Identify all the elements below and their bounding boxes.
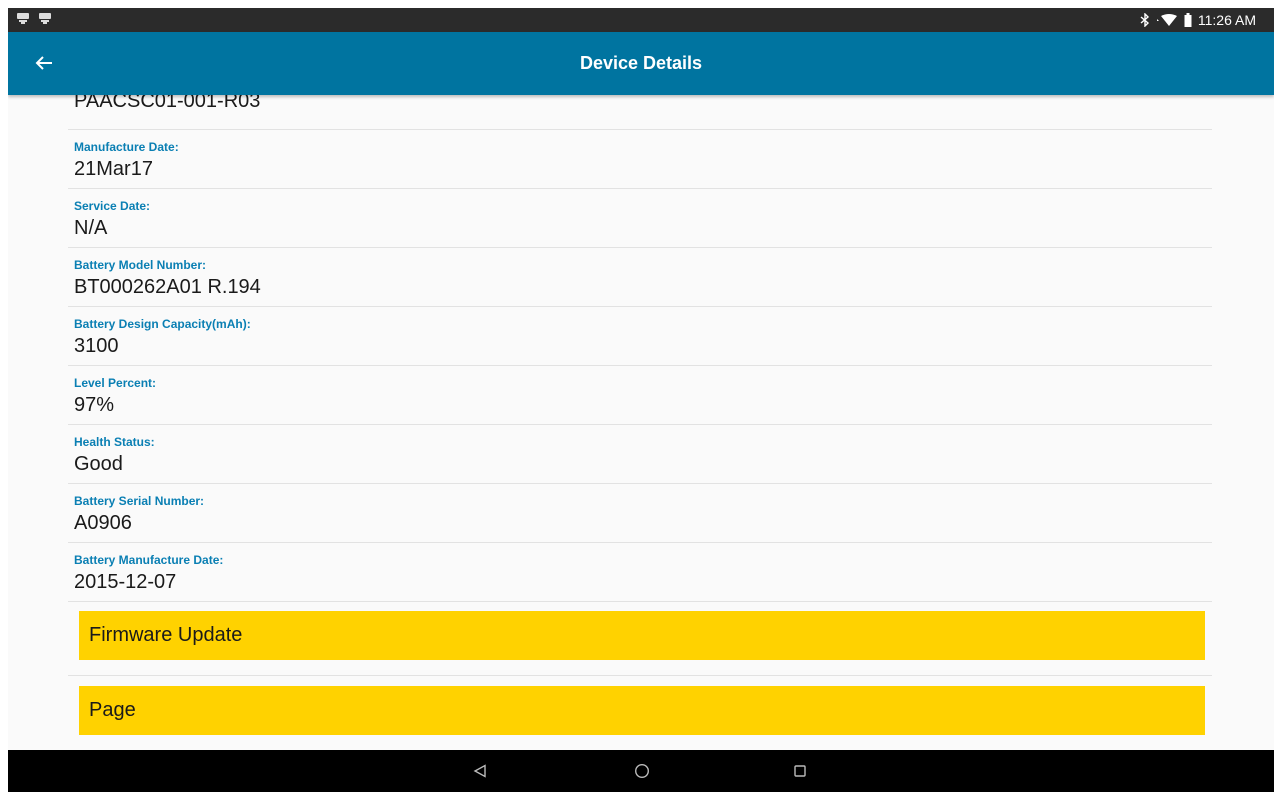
home-circle-icon: [634, 763, 650, 779]
divider: [68, 424, 1212, 425]
divider: [68, 247, 1212, 248]
back-triangle-icon: [473, 764, 486, 778]
status-indicators: 11:26 AM: [1140, 8, 1256, 32]
field-value: A0906: [74, 512, 132, 534]
field-value: 97%: [74, 394, 115, 416]
notification-icon: [39, 13, 51, 24]
divider: [68, 365, 1212, 366]
field-label: Manufacture Date:: [74, 140, 179, 154]
bluetooth-icon: [1140, 13, 1149, 27]
recents-square-icon: [794, 765, 806, 777]
divider: [68, 675, 1212, 676]
field-label: Battery Manufacture Date:: [74, 553, 224, 567]
field-health-status: Health Status: Good: [74, 435, 1204, 476]
divider: [68, 483, 1212, 484]
field-label: Health Status:: [74, 435, 155, 449]
field-value: 2015-12-07: [74, 571, 177, 593]
nav-home-button[interactable]: [621, 750, 663, 792]
divider: [68, 129, 1212, 130]
status-notifications: [16, 11, 52, 25]
field-label: Battery Serial Number:: [74, 494, 205, 508]
field-battery-design-capacity: Battery Design Capacity(mAh): 3100: [74, 317, 1204, 358]
device-details-list[interactable]: PAACSC01-001-R03 Manufacture Date: 21Mar…: [8, 95, 1274, 750]
part-number-value: PAACSC01-001-R03: [74, 95, 261, 112]
navigation-bar: [8, 750, 1274, 792]
divider: [68, 601, 1212, 602]
page-button[interactable]: Page: [79, 686, 1205, 735]
page-title: Device Details: [579, 53, 703, 73]
field-value: 21Mar17: [74, 158, 153, 180]
wifi-icon: [1156, 14, 1177, 26]
nav-back-button[interactable]: [459, 750, 501, 792]
field-label: Battery Model Number:: [74, 258, 207, 272]
arrow-left-icon: [35, 56, 52, 70]
field-battery-model-number: Battery Model Number: BT000262A01 R.194: [74, 258, 1204, 299]
field-label: Service Date:: [74, 199, 151, 213]
field-value: BT000262A01 R.194: [74, 276, 261, 298]
field-service-date: Service Date: N/A: [74, 199, 1204, 240]
nav-recents-button[interactable]: [779, 750, 821, 792]
field-level-percent: Level Percent: 97%: [74, 376, 1204, 417]
field-battery-serial-number: Battery Serial Number: A0906: [74, 494, 1204, 535]
divider: [68, 188, 1212, 189]
device-screen: 11:26 AM Device Details PAACSC01-001-R03…: [8, 8, 1274, 792]
field-battery-manufacture-date: Battery Manufacture Date: 2015-12-07: [74, 553, 1204, 594]
app-bar: Device Details: [8, 32, 1274, 95]
notification-icon: [17, 13, 29, 24]
field-manufacture-date: Manufacture Date: 21Mar17: [74, 140, 1204, 181]
field-label: Level Percent:: [74, 376, 157, 390]
field-label: Battery Design Capacity(mAh):: [74, 317, 251, 331]
divider: [68, 542, 1212, 543]
battery-icon: [1184, 13, 1192, 27]
status-bar: 11:26 AM: [8, 8, 1274, 32]
field-value: Good: [74, 453, 123, 475]
firmware-update-button[interactable]: Firmware Update: [79, 611, 1205, 660]
back-button[interactable]: [28, 47, 60, 79]
divider: [68, 306, 1212, 307]
field-value: N/A: [74, 217, 108, 239]
status-time: 11:26 AM: [1197, 12, 1256, 28]
field-value: 3100: [74, 335, 119, 357]
